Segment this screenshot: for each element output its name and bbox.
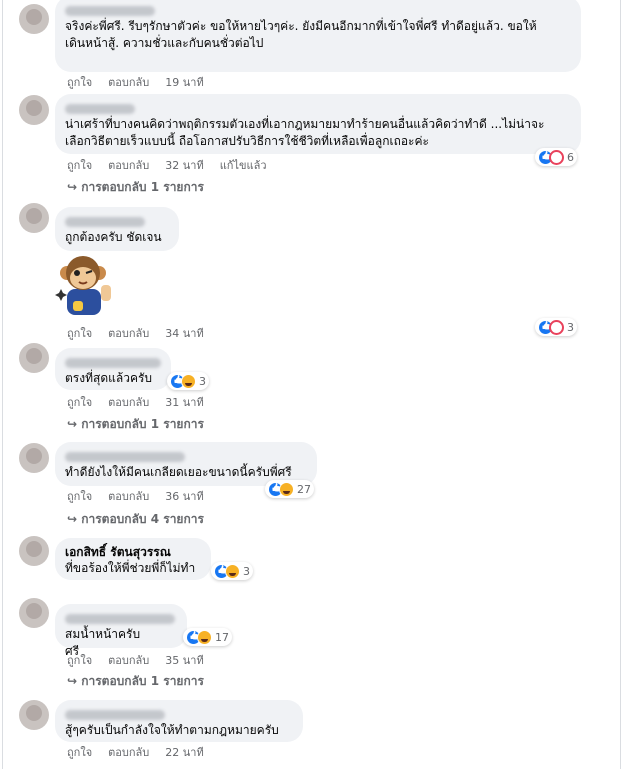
reaction-summary[interactable]: 3 — [535, 318, 577, 336]
comment-author[interactable] — [65, 610, 177, 626]
comment-actions: ถูกใจ ตอบกลับ 22 นาที — [67, 746, 204, 760]
comment-time[interactable]: 19 นาที — [165, 76, 203, 90]
reply-button[interactable]: ตอบกลับ — [108, 76, 149, 90]
comment-text: ที่ขอร้องให้พี่ช่วยพี่ก็ไม่ทำ — [65, 561, 196, 575]
replies-count-label: การตอบกลับ 4 รายการ — [81, 512, 204, 526]
reply-button[interactable]: ตอบกลับ — [108, 159, 149, 173]
comment-text: ทำดียังไงให้มีคนเกลียดเยอะขนาดนี้ครับพี่… — [65, 465, 292, 479]
view-replies-link[interactable]: ↪ การตอบกลับ 1 รายการ — [67, 416, 204, 432]
comment-author[interactable] — [65, 100, 571, 116]
view-replies-link[interactable]: ↪ การตอบกลับ 1 รายการ — [67, 673, 204, 689]
comment-time[interactable]: 35 นาที — [165, 654, 203, 668]
reaction-count: 27 — [297, 482, 311, 496]
reaction-count: 17 — [215, 630, 229, 644]
comment-actions: ถูกใจ ตอบกลับ 31 นาที — [67, 396, 204, 410]
comment-actions: ถูกใจ ตอบกลับ 32 นาที แก้ไขแล้ว — [67, 159, 267, 173]
haha-reaction-icon — [225, 563, 240, 579]
like-button[interactable]: ถูกใจ — [67, 76, 92, 90]
comment-author[interactable] — [65, 354, 161, 370]
reply-button[interactable]: ตอบกลับ — [108, 396, 149, 410]
reaction-count: 3 — [199, 374, 206, 388]
comment-bubble: สู้ๆครับเป็นกำลังใจให้ทำตามกฎหมายครับ — [55, 700, 303, 742]
haha-reaction-icon — [181, 373, 196, 389]
reaction-summary[interactable]: 6 — [535, 148, 577, 166]
avatar[interactable] — [19, 203, 49, 233]
reply-button[interactable]: ตอบกลับ — [108, 654, 149, 668]
reaction-count: 3 — [567, 320, 574, 334]
comment-actions: ถูกใจ ตอบกลับ 36 นาที — [67, 490, 204, 504]
like-button[interactable]: ถูกใจ — [67, 490, 92, 504]
comment-author[interactable] — [65, 2, 571, 18]
avatar[interactable] — [19, 343, 49, 373]
comment-actions: ถูกใจ ตอบกลับ 34 นาที — [67, 327, 204, 341]
comment-bubble: ตรงที่สุดแล้วครับ — [55, 348, 171, 390]
avatar[interactable] — [19, 700, 49, 730]
comment-bubble: สมน้ำหน้าครับ ศรี — [55, 604, 187, 658]
comment-author[interactable] — [65, 706, 293, 722]
replies-count-label: การตอบกลับ 1 รายการ — [81, 674, 204, 688]
reaction-summary[interactable]: 3 — [167, 372, 209, 390]
comment-bubble: เอกสิทธิ์ รัตนสุวรรณ ที่ขอร้องให้พี่ช่วย… — [55, 538, 211, 580]
comments-panel: จริงค่ะพี่ศรี. รีบๆรักษาตัวค่ะ ขอให้หายไ… — [2, 0, 621, 769]
reaction-summary[interactable]: 3 — [211, 562, 253, 580]
monkey-sticker — [55, 253, 119, 317]
replies-count-label: การตอบกลับ 1 รายการ — [81, 180, 204, 194]
haha-reaction-icon — [279, 481, 294, 497]
replies-count-label: การตอบกลับ 1 รายการ — [81, 417, 204, 431]
avatar[interactable] — [19, 95, 49, 125]
avatar[interactable] — [19, 4, 49, 34]
comment-text: ตรงที่สุดแล้วครับ — [65, 371, 153, 385]
avatar[interactable] — [19, 598, 49, 628]
comment-author[interactable] — [65, 448, 307, 464]
like-button[interactable]: ถูกใจ — [67, 327, 92, 341]
reaction-summary[interactable]: 17 — [183, 628, 232, 646]
comment-actions: ถูกใจ ตอบกลับ 35 นาที — [67, 654, 204, 668]
comment-bubble: จริงค่ะพี่ศรี. รีบๆรักษาตัวค่ะ ขอให้หายไ… — [55, 0, 581, 72]
comment-author[interactable]: เอกสิทธิ์ รัตนสุวรรณ — [65, 544, 201, 560]
reaction-count: 3 — [243, 564, 250, 578]
like-button[interactable]: ถูกใจ — [67, 746, 92, 760]
reaction-count: 6 — [567, 150, 574, 164]
edited-label: แก้ไขแล้ว — [219, 159, 267, 172]
reply-button[interactable]: ตอบกลับ — [108, 746, 149, 760]
haha-reaction-icon — [197, 629, 212, 645]
heart-reaction-icon — [549, 319, 564, 335]
monkey-sticker-icon — [55, 256, 111, 315]
comment-time[interactable]: 32 นาที — [165, 159, 203, 173]
view-replies-link[interactable]: ↪ การตอบกลับ 1 รายการ — [67, 179, 204, 195]
comment-time[interactable]: 36 นาที — [165, 490, 203, 504]
reaction-summary[interactable]: 27 — [265, 480, 314, 498]
comment-bubble: ถูกต้องครับ ชัดเจน — [55, 207, 179, 251]
comment-text: น่าเศร้าที่บางคนคิดว่าพฤติกรรมตัวเองที่เ… — [65, 117, 545, 148]
avatar[interactable] — [19, 443, 49, 473]
comment-time[interactable]: 34 นาที — [165, 327, 203, 341]
view-replies-link[interactable]: ↪ การตอบกลับ 4 รายการ — [67, 511, 204, 527]
like-button[interactable]: ถูกใจ — [67, 396, 92, 410]
comment-time[interactable]: 22 นาที — [165, 746, 203, 760]
avatar[interactable] — [19, 536, 49, 566]
comment-text: ถูกต้องครับ ชัดเจน — [65, 230, 162, 244]
comment-bubble: น่าเศร้าที่บางคนคิดว่าพฤติกรรมตัวเองที่เ… — [55, 94, 581, 154]
reply-button[interactable]: ตอบกลับ — [108, 490, 149, 504]
like-button[interactable]: ถูกใจ — [67, 654, 92, 668]
comment-text: จริงค่ะพี่ศรี. รีบๆรักษาตัวค่ะ ขอให้หายไ… — [65, 19, 537, 50]
comment-time[interactable]: 31 นาที — [165, 396, 203, 410]
heart-reaction-icon — [549, 149, 564, 165]
like-button[interactable]: ถูกใจ — [67, 159, 92, 173]
comment-actions: ถูกใจ ตอบกลับ 19 นาที — [67, 76, 204, 90]
comment-text: สู้ๆครับเป็นกำลังใจให้ทำตามกฎหมายครับ — [65, 723, 279, 737]
comment-author[interactable] — [65, 213, 169, 229]
reply-button[interactable]: ตอบกลับ — [108, 327, 149, 341]
